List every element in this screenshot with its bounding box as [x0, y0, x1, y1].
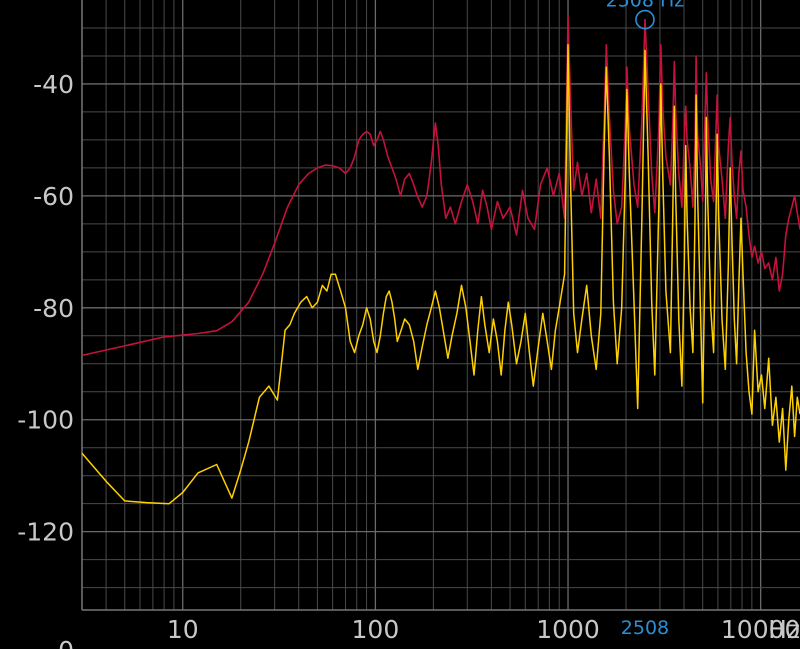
y-tick-label-partial: 0 — [58, 636, 74, 649]
y-tick-label: -80 — [33, 294, 74, 323]
chart-background — [0, 0, 800, 649]
y-tick-label: -120 — [17, 518, 74, 547]
cursor-axis-label: 2508 — [621, 617, 669, 639]
cursor-readout: 2508 Hz — [606, 0, 685, 12]
spectrum-chart[interactable]: 2508 Hz2508 -40-60-80-100-12001010010001… — [0, 0, 800, 649]
y-tick-label: -60 — [33, 182, 74, 211]
x-tick-label: 1000 — [536, 615, 600, 644]
y-tick-label: -40 — [33, 70, 74, 99]
x-tick-label: 100 — [352, 615, 400, 644]
x-unit-label: Hz — [768, 615, 800, 644]
x-tick-label: 10 — [167, 615, 199, 644]
y-tick-label: -100 — [17, 406, 74, 435]
